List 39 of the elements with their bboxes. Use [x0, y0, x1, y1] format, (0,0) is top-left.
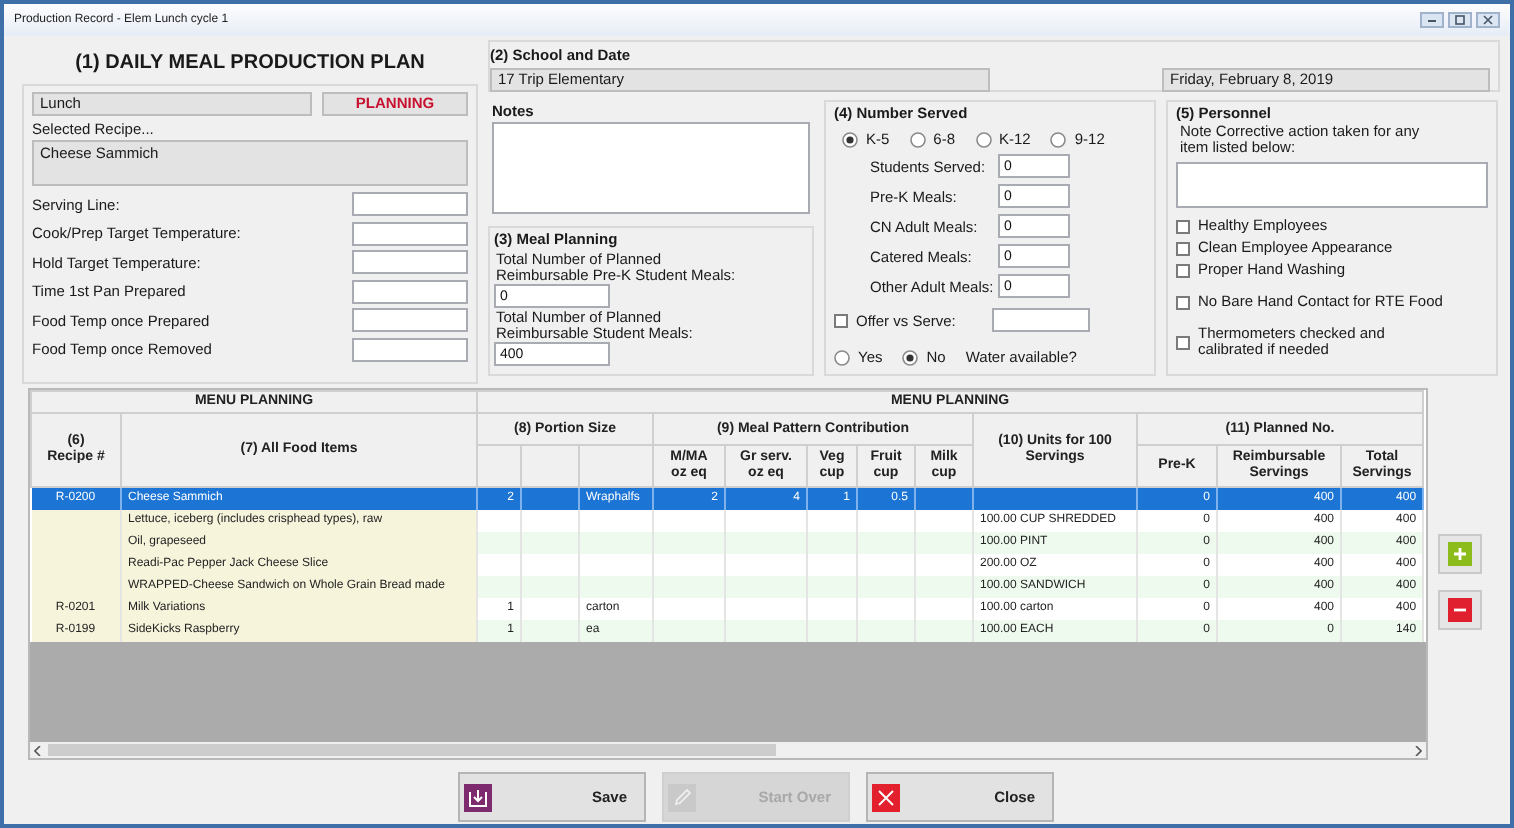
scroll-left-icon[interactable] — [34, 745, 42, 755]
input-field[interactable] — [352, 221, 468, 246]
minimize-icon — [1426, 14, 1438, 26]
input-field[interactable] — [352, 337, 468, 362]
horizontal-scrollbar[interactable] — [30, 742, 1426, 758]
checkbox[interactable] — [1176, 241, 1190, 255]
close-icon — [871, 783, 899, 811]
scrollbar-thumb[interactable] — [48, 744, 776, 756]
radio-button[interactable] — [842, 131, 858, 147]
minus-icon — [1448, 598, 1472, 622]
checkbox[interactable] — [1176, 263, 1190, 277]
remove-row-button[interactable] — [1438, 590, 1482, 630]
add-row-button[interactable] — [1438, 534, 1482, 574]
form-title: (1) DAILY MEAL PRODUCTION PLAN — [73, 50, 427, 78]
radio-button[interactable] — [902, 349, 919, 365]
pencil-icon — [667, 783, 695, 811]
input-field[interactable] — [352, 192, 468, 216]
checkbox[interactable] — [1176, 335, 1190, 349]
plus-icon — [1448, 542, 1472, 566]
close-button[interactable] — [1476, 12, 1500, 28]
radio-button[interactable] — [834, 349, 850, 365]
input-field[interactable] — [352, 279, 468, 304]
radio-button[interactable] — [1050, 131, 1067, 147]
radio-button[interactable] — [975, 131, 992, 147]
checkbox[interactable] — [1176, 219, 1190, 233]
scroll-right-icon[interactable] — [1414, 745, 1422, 755]
input-field[interactable] — [352, 308, 468, 333]
input-field[interactable] — [352, 250, 468, 275]
radio-button[interactable] — [909, 131, 926, 147]
minimize-button[interactable] — [1420, 12, 1444, 28]
maximize-button[interactable] — [1448, 12, 1472, 28]
notes-field[interactable] — [492, 122, 810, 214]
checkbox[interactable] — [1176, 295, 1190, 309]
corrective-action-field[interactable] — [1176, 162, 1488, 208]
save-icon — [463, 783, 491, 811]
maximize-icon — [1454, 14, 1466, 26]
close-icon — [1482, 14, 1494, 26]
checkbox[interactable] — [834, 313, 848, 327]
input-field[interactable] — [991, 308, 1090, 332]
